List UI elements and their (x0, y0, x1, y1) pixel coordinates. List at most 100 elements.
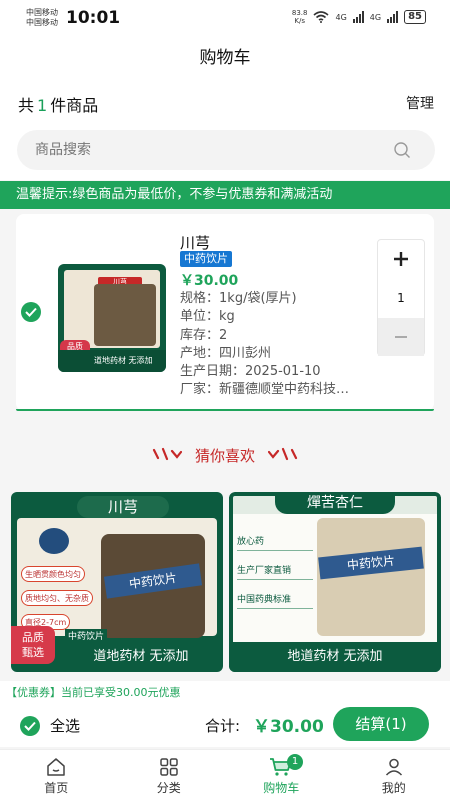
bottom-tab-bar: 首页 分类 1 购物车 我的 (0, 749, 450, 800)
select-all-label[interactable]: 全选 (50, 715, 80, 736)
total-label: 合计: (205, 717, 241, 735)
total-amount: ￥30.00 (253, 717, 324, 737)
item-accent-line (16, 409, 434, 411)
carrier-2: 中国移动 (26, 18, 58, 27)
bag-label: 中药饮片 (103, 563, 203, 599)
product-image-foot: 地道药材 无添加 (229, 642, 441, 672)
category-tag: 中药饮片 (180, 251, 232, 267)
product-thumbnail[interactable]: 川芎 品质 甄选 道地药材 无添加 (58, 264, 166, 372)
search-input[interactable] (35, 130, 375, 170)
count-prefix: 共 (18, 96, 35, 115)
decrease-button[interactable] (378, 318, 424, 356)
product-image-panel: 生晒贯颜色均匀 质地均匀、无杂质 直径2-7cm 中药饮片 (17, 518, 217, 638)
product-name[interactable]: 川芎 (180, 232, 210, 253)
signal-1-icon (352, 11, 364, 23)
recommend-product-card[interactable]: 川芎 生晒贯颜色均匀 质地均匀、无杂质 直径2-7cm 中药饮片 中药饮片 品质… (11, 492, 223, 672)
status-time: 10:01 (66, 8, 121, 28)
nav-bar: 购物车 (0, 36, 450, 80)
status-indicators: 83.8 K/s 4G 4G 85 (292, 9, 426, 25)
manage-button[interactable]: 管理 (406, 93, 434, 113)
herb-bag-image (94, 284, 156, 346)
spec-row: 厂家：新疆德顺堂中药科技… (180, 381, 380, 399)
spec-label: 产地： (180, 345, 220, 361)
recommend-product-card[interactable]: 放心药 生产厂家直销 中国药典标准 中药饮片 燀苦杏仁 地道药材 无添加 (229, 492, 441, 672)
feature-chip: 生晒贯颜色均匀 (21, 566, 85, 582)
thumbnail-panel: 川芎 (64, 270, 160, 348)
wifi-icon (313, 11, 330, 23)
spec-value: 2025-01-10 (245, 364, 321, 380)
net-speed: 83.8 K/s (292, 9, 308, 25)
network-type-1: 4G (335, 12, 347, 22)
spec-label: 库存： (180, 327, 220, 343)
net-speed-unit: K/s (294, 17, 305, 25)
left-decoration-icon (152, 447, 183, 464)
spec-label: 单位： (180, 309, 220, 325)
search-box[interactable] (17, 130, 435, 170)
battery-icon: 85 (404, 10, 426, 24)
check-icon (25, 307, 37, 317)
home-icon (47, 758, 65, 776)
search-section (0, 124, 450, 180)
item-checkbox[interactable] (21, 302, 41, 322)
minus-icon (395, 336, 407, 338)
search-icon[interactable] (393, 141, 411, 159)
spec-value: 四川彭州 (219, 345, 272, 361)
price-notice-banner: 温馨提示:绿色商品为最低价，不参与优惠券和满减活动 (0, 181, 450, 209)
spec-row: 单位：kg (180, 308, 380, 326)
tab-category[interactable]: 分类 (113, 750, 226, 800)
tab-profile[interactable]: 我的 (338, 750, 450, 800)
cart-item[interactable]: 川芎 品质 甄选 道地药材 无添加 川芎 中药饮片 ￥30.00 规格：1kg/… (16, 214, 434, 411)
select-all-checkbox[interactable] (20, 716, 40, 736)
carrier-info: 中国移动 中国移动 (26, 8, 58, 28)
tab-cart[interactable]: 1 购物车 (225, 750, 338, 800)
product-specs: 规格：1kg/袋(厚片) 单位：kg 库存：2 产地：四川彭州 生产日期：202… (180, 290, 380, 400)
product-image-title: 燀苦杏仁 (275, 492, 395, 514)
spec-row: 库存：2 (180, 327, 380, 345)
recommend-title-text: 猜你喜欢 (194, 447, 255, 465)
item-count: 1 (37, 96, 48, 115)
herb-bag-image: 中药饮片 (101, 534, 205, 638)
spec-value: kg (219, 309, 235, 325)
user-icon (385, 758, 402, 776)
tab-label: 购物车 (263, 781, 300, 795)
tab-home[interactable]: 首页 (0, 750, 113, 800)
cart-count-badge: 1 (287, 754, 303, 770)
carrier-1: 中国移动 (26, 8, 58, 17)
tab-label: 我的 (381, 781, 406, 795)
spec-row: 产地：四川彭州 (180, 345, 380, 363)
spec-label: 生产日期： (180, 364, 246, 380)
product-price: ￥30.00 (180, 273, 239, 289)
spec-row: 生产日期：2025-01-10 (180, 363, 380, 381)
net-speed-value: 83.8 (291, 9, 308, 17)
product-image-foot: 道地药材 无添加 (93, 649, 189, 664)
recommend-title: 猜你喜欢 (0, 445, 450, 466)
feature-chip: 质地均匀、无杂质 (21, 590, 93, 606)
quantity-value[interactable]: 1 (378, 279, 424, 317)
spec-row: 规格：1kg/袋(厚片) (180, 290, 380, 308)
item-count-text: 共 1 件商品 (18, 92, 98, 116)
brand-logo-icon (39, 528, 69, 554)
plus-icon (394, 252, 408, 266)
spec-value: 2 (219, 327, 228, 343)
quantity-stepper: 1 (377, 239, 425, 356)
product-small-tag: 中药饮片 (65, 629, 108, 642)
category-icon (160, 758, 178, 776)
product-image-title: 川芎 (77, 496, 169, 518)
tab-label: 分类 (156, 781, 181, 795)
increase-button[interactable] (378, 240, 424, 278)
network-type-2: 4G (369, 12, 382, 22)
thumbnail-foot-text: 道地药材 无添加 (94, 356, 153, 365)
tab-label: 首页 (44, 781, 69, 795)
check-icon (24, 721, 36, 731)
cart-summary: 共 1 件商品 管理 (0, 80, 450, 124)
thumbnail-foot: 道地药材 无添加 (58, 350, 166, 372)
status-bar: 中国移动 中国移动 10:01 83.8 K/s 4G 4G 85 (0, 0, 450, 36)
coupon-info: 【优惠券】当前已享受30.00元优惠 (0, 681, 450, 705)
page-title: 购物车 (199, 48, 251, 68)
right-decoration-icon (267, 447, 298, 464)
checkout-bar: 全选 合计: ￥30.00 结算(1) (0, 705, 450, 747)
spec-label: 厂家： (180, 382, 220, 398)
count-suffix: 件商品 (50, 96, 99, 115)
checkout-button[interactable]: 结算(1) (333, 707, 429, 741)
spec-label: 规格： (180, 291, 220, 306)
